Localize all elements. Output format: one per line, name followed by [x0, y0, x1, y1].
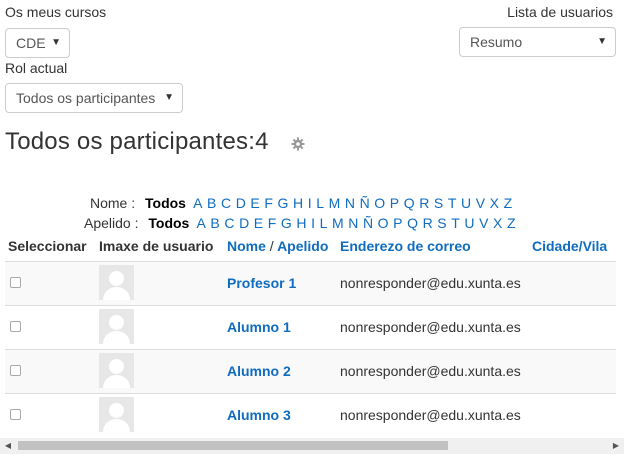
scrollbar-thumb[interactable] — [18, 441, 448, 450]
last-name-initial-12[interactable]: Ñ — [363, 215, 373, 231]
first-name-initial-15[interactable]: Q — [404, 195, 415, 211]
first-name-initials-label: Nome : — [90, 195, 136, 211]
last-name-initial-16[interactable]: R — [423, 215, 433, 231]
first-name-initials-bar: Nome : Todos ABCDEFGHILMNÑOPQRSTUVXZ — [0, 194, 624, 212]
default-user-icon[interactable] — [99, 353, 134, 388]
first-name-initial-10[interactable]: M — [329, 195, 341, 211]
email-column-header[interactable]: Enderezo de correo — [340, 238, 471, 254]
page-title: Todos os participantes:4 — [5, 128, 269, 155]
role-select[interactable]: Todos os participantes ▼ — [5, 83, 183, 113]
name-column-header: Nome / Apelido — [227, 238, 328, 254]
first-name-initial-11[interactable]: N — [345, 195, 355, 211]
last-name-initial-20[interactable]: V — [479, 215, 488, 231]
first-name-initial-19[interactable]: U — [461, 195, 471, 211]
first-name-initial-8[interactable]: I — [308, 195, 312, 211]
last-name-initial-22[interactable]: Z — [507, 215, 516, 231]
first-name-initial-7[interactable]: H — [293, 195, 303, 211]
horizontal-scrollbar[interactable]: ◀ ▶ — [0, 438, 624, 454]
scroll-right-arrow-icon[interactable]: ▶ — [608, 438, 624, 454]
select-column-header: Seleccionar — [8, 238, 87, 254]
sort-by-first-name-link[interactable]: Nome — [227, 238, 266, 254]
last-name-initial-4[interactable]: E — [254, 215, 263, 231]
user-list-select[interactable]: Resumo ▼ — [459, 27, 616, 57]
first-name-initial-16[interactable]: R — [419, 195, 429, 211]
table-row: Profesor 1 nonresponder@edu.xunta.es — [5, 261, 616, 305]
first-name-initial-0[interactable]: A — [193, 195, 202, 211]
my-courses-label: Os meus cursos — [5, 4, 107, 20]
last-name-initial-1[interactable]: B — [210, 215, 219, 231]
table-row: Alumno 2 nonresponder@edu.xunta.es — [5, 349, 616, 393]
course-select[interactable]: CDE ▼ — [5, 28, 70, 58]
first-name-initial-21[interactable]: X — [490, 195, 499, 211]
last-name-initials-bar: Apelido : Todos ABCDEFGHILMNÑOPQRSTUVXZ — [0, 214, 624, 232]
caret-down-icon: ▼ — [51, 37, 61, 48]
last-name-all-link[interactable]: Todos — [148, 215, 189, 231]
participant-name-link[interactable]: Profesor 1 — [227, 275, 296, 291]
participant-email: nonresponder@edu.xunta.es — [340, 275, 521, 291]
row-select-checkbox[interactable] — [10, 409, 21, 420]
first-name-initial-5[interactable]: F — [264, 195, 273, 211]
last-name-initial-5[interactable]: F — [268, 215, 277, 231]
city-column-header[interactable]: Cidade/Vila — [532, 238, 607, 254]
first-name-initial-3[interactable]: D — [236, 195, 246, 211]
header-separator: / — [269, 238, 274, 254]
participant-name-link[interactable]: Alumno 2 — [227, 363, 291, 379]
user-list-select-value: Resumo — [470, 34, 523, 50]
row-select-checkbox[interactable] — [10, 321, 21, 332]
gear-icon[interactable] — [291, 137, 305, 151]
last-name-initial-9[interactable]: L — [320, 215, 328, 231]
caret-down-icon: ▼ — [597, 36, 607, 47]
table-row: Alumno 3 nonresponder@edu.xunta.es — [5, 393, 616, 437]
last-name-initial-15[interactable]: Q — [407, 215, 418, 231]
last-name-initial-19[interactable]: U — [464, 215, 474, 231]
default-user-icon[interactable] — [99, 309, 134, 344]
participant-email: nonresponder@edu.xunta.es — [340, 319, 521, 335]
table-row: Alumno 1 nonresponder@edu.xunta.es — [5, 305, 616, 349]
first-name-initial-12[interactable]: Ñ — [360, 195, 370, 211]
row-select-checkbox[interactable] — [10, 277, 21, 288]
scroll-left-arrow-icon[interactable]: ◀ — [0, 438, 16, 454]
default-user-icon[interactable] — [99, 265, 134, 300]
first-name-initial-13[interactable]: O — [374, 195, 385, 211]
last-name-initial-0[interactable]: A — [196, 215, 205, 231]
last-name-initial-11[interactable]: N — [348, 215, 358, 231]
first-name-initial-1[interactable]: B — [207, 195, 216, 211]
last-name-initial-8[interactable]: I — [311, 215, 315, 231]
first-name-all-link[interactable]: Todos — [145, 195, 186, 211]
last-name-initial-2[interactable]: C — [224, 215, 234, 231]
first-name-initial-20[interactable]: V — [476, 195, 485, 211]
user-list-label: Lista de usuarios — [507, 4, 613, 20]
caret-down-icon: ▼ — [164, 92, 174, 103]
participant-name-link[interactable]: Alumno 1 — [227, 319, 291, 335]
last-name-initial-10[interactable]: M — [332, 215, 344, 231]
user-image-column-header: Imaxe de usuario — [99, 238, 214, 254]
role-select-value: Todos os participantes — [16, 90, 156, 106]
default-user-icon[interactable] — [99, 397, 134, 432]
first-name-initial-4[interactable]: E — [250, 195, 259, 211]
participant-email: nonresponder@edu.xunta.es — [340, 363, 521, 379]
first-name-initial-22[interactable]: Z — [504, 195, 513, 211]
last-name-initials-label: Apelido : — [84, 215, 139, 231]
row-select-checkbox[interactable] — [10, 365, 21, 376]
sort-by-surname-link[interactable]: Apelido — [277, 238, 328, 254]
course-select-value: CDE — [16, 35, 46, 51]
first-name-initial-6[interactable]: G — [278, 195, 289, 211]
last-name-initial-6[interactable]: G — [281, 215, 292, 231]
current-role-label: Rol actual — [5, 60, 68, 76]
first-name-initial-18[interactable]: T — [448, 195, 457, 211]
last-name-initial-7[interactable]: H — [296, 215, 306, 231]
last-name-initial-13[interactable]: O — [378, 215, 389, 231]
last-name-initial-21[interactable]: X — [493, 215, 502, 231]
first-name-initial-9[interactable]: L — [316, 195, 324, 211]
participant-name-link[interactable]: Alumno 3 — [227, 407, 291, 423]
last-name-initial-14[interactable]: P — [393, 215, 402, 231]
last-name-initial-18[interactable]: T — [451, 215, 460, 231]
first-name-initial-14[interactable]: P — [390, 195, 399, 211]
last-name-initial-17[interactable]: S — [437, 215, 446, 231]
last-name-initial-3[interactable]: D — [239, 215, 249, 231]
first-name-initial-2[interactable]: C — [221, 195, 231, 211]
first-name-initial-17[interactable]: S — [434, 195, 443, 211]
participant-email: nonresponder@edu.xunta.es — [340, 407, 521, 423]
